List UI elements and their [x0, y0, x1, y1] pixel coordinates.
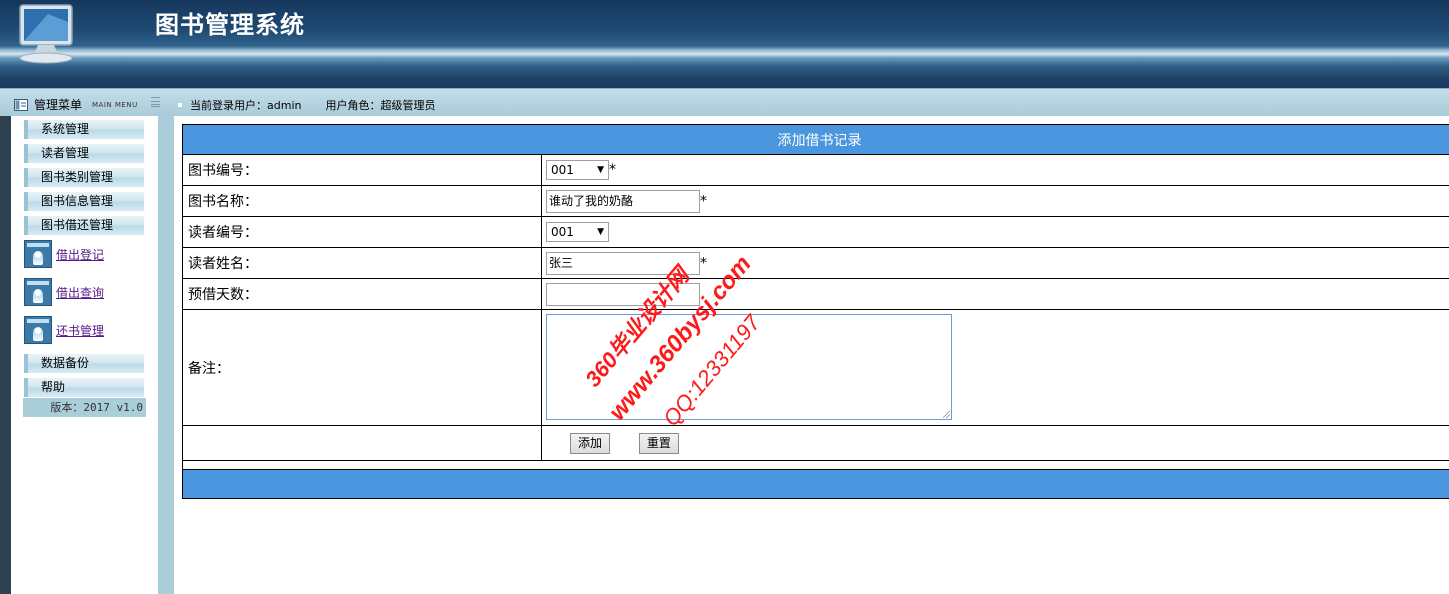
menu-toggle-icon[interactable] [151, 97, 160, 107]
menu-subtitle: MAIN MENU [92, 100, 138, 109]
empty-cell [182, 425, 542, 461]
sidebar-item-readers[interactable]: 读者管理 [24, 144, 144, 163]
reader-name-field[interactable]: 张三 [546, 251, 700, 275]
reset-button[interactable]: 重置 [638, 432, 679, 454]
chevron-down-icon: ▼ [597, 227, 604, 237]
book-id-label: 图书编号： [182, 154, 542, 186]
sidebar-subitem-borrow-register[interactable]: 借出登记 [24, 240, 104, 268]
sidebar-subitem-label[interactable]: 还书管理 [56, 322, 104, 339]
version-label: 版本：2017 v1.0 [23, 398, 146, 417]
sidebar-subitem-label[interactable]: 借出查询 [56, 284, 104, 301]
sidebar-item-book-info[interactable]: 图书信息管理 [24, 192, 144, 211]
book-id-value: 001 [551, 163, 574, 177]
book-name-label: 图书名称： [182, 185, 542, 217]
remark-label: 备注： [182, 309, 542, 426]
menu-bar: 管理菜单 MAIN MENU 当前登录用户：admin 用户角色：超级管理员 [0, 88, 1449, 116]
current-user: 当前登录用户：admin [190, 99, 302, 112]
sidebar-splitter[interactable] [158, 116, 174, 594]
borrow-form: 添加借书记录 图书编号： 001 ▼ * 图书名称： 谁动了我的奶酪 * 读者编号… [182, 124, 1449, 471]
monitor-logo-icon [19, 4, 73, 64]
menu-window-icon [14, 98, 28, 111]
sidebar-subitem-borrow-query[interactable]: 借出查询 [24, 278, 104, 306]
book-id-select[interactable]: 001 ▼ [546, 160, 609, 180]
user-icon [24, 316, 52, 344]
sidebar-subitem-label[interactable]: 借出登记 [56, 246, 104, 263]
chevron-down-icon: ▼ [597, 165, 604, 175]
reader-id-label: 读者编号： [182, 216, 542, 248]
user-role: 用户角色：超级管理员 [325, 99, 436, 112]
remark-textarea[interactable] [546, 314, 952, 420]
user-info: 当前登录用户：admin 用户角色：超级管理员 [178, 97, 435, 113]
bullet-icon [178, 103, 182, 107]
sidebar-item-borrow-return[interactable]: 图书借还管理 [24, 216, 144, 235]
reader-id-value: 001 [551, 225, 574, 239]
left-edge [0, 116, 11, 594]
top-banner: 图书管理系统 [0, 0, 1449, 88]
required-mark: * [700, 255, 707, 271]
sidebar-item-help[interactable]: 帮助 [24, 378, 144, 397]
user-icon [24, 240, 52, 268]
borrow-days-field[interactable] [546, 282, 700, 306]
book-name-field[interactable]: 谁动了我的奶酪 [546, 189, 700, 213]
add-button[interactable]: 添加 [570, 432, 611, 454]
required-mark: * [609, 162, 616, 178]
reader-id-select[interactable]: 001 ▼ [546, 222, 609, 242]
borrow-days-label: 预借天数： [182, 278, 542, 310]
user-icon [24, 278, 52, 306]
sidebar-item-system[interactable]: 系统管理 [24, 120, 144, 139]
sidebar-subitem-return-books[interactable]: 还书管理 [24, 316, 104, 344]
sidebar-item-backup[interactable]: 数据备份 [24, 354, 144, 373]
app-title: 图书管理系统 [155, 10, 305, 39]
form-footer-bar [182, 469, 1449, 499]
form-title: 添加借书记录 [182, 124, 1449, 155]
menu-header: 管理菜单 MAIN MENU [14, 96, 138, 113]
reader-name-label: 读者姓名： [182, 247, 542, 279]
required-mark: * [700, 193, 707, 209]
sidebar-item-book-categories[interactable]: 图书类别管理 [24, 168, 144, 187]
menu-title: 管理菜单 [34, 98, 83, 112]
